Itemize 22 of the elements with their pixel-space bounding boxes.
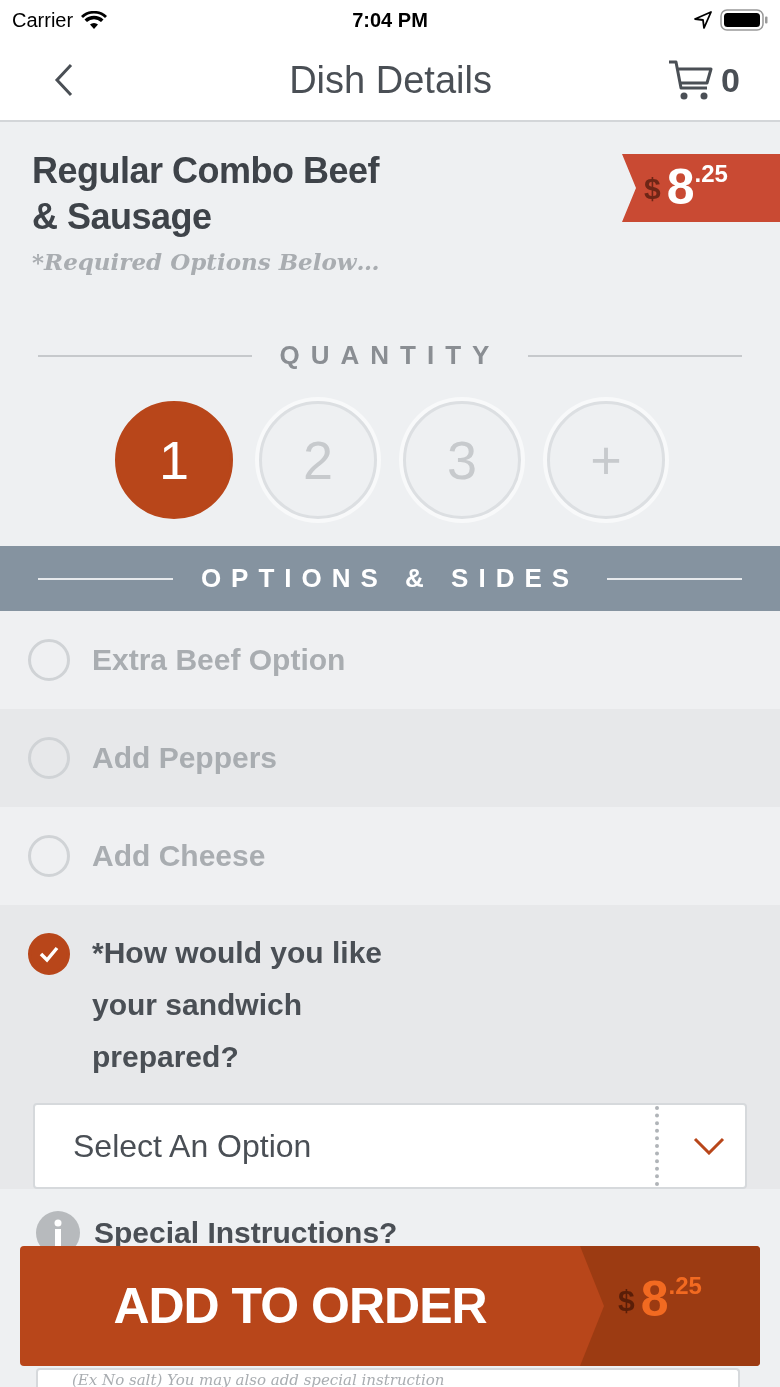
screen-title: Dish Details [289,58,492,102]
location-arrow-icon [694,11,712,29]
battery-icon [720,9,768,31]
cart-count: 0 [721,60,740,100]
clock-time: 7:04 PM [352,8,428,32]
back-icon[interactable] [54,63,74,97]
carrier-name: Carrier [12,8,74,32]
cart-icon[interactable] [667,59,714,101]
chevron-down-icon [693,1137,725,1155]
option-label[interactable]: Add Peppers [92,737,278,779]
quantity-label: QUANTITY [279,340,501,371]
option-label[interactable]: Extra Beef Option [92,639,346,681]
select-field[interactable]: Select An Option [33,1103,747,1189]
quantity-option[interactable]: 1 [115,401,233,519]
option-checkbox[interactable] [28,933,70,975]
wifi-icon [81,10,108,30]
check-icon [38,945,60,963]
dish-name: Regular Combo Beef & Sausage [32,149,381,239]
section-header: OPTIONS & SIDES [0,546,780,611]
option-label[interactable]: Add Cheese [92,835,266,877]
option-label[interactable]: *How would you like your sandwich prepared? [92,927,422,1083]
required-note: *Required Options Below… [32,248,381,275]
